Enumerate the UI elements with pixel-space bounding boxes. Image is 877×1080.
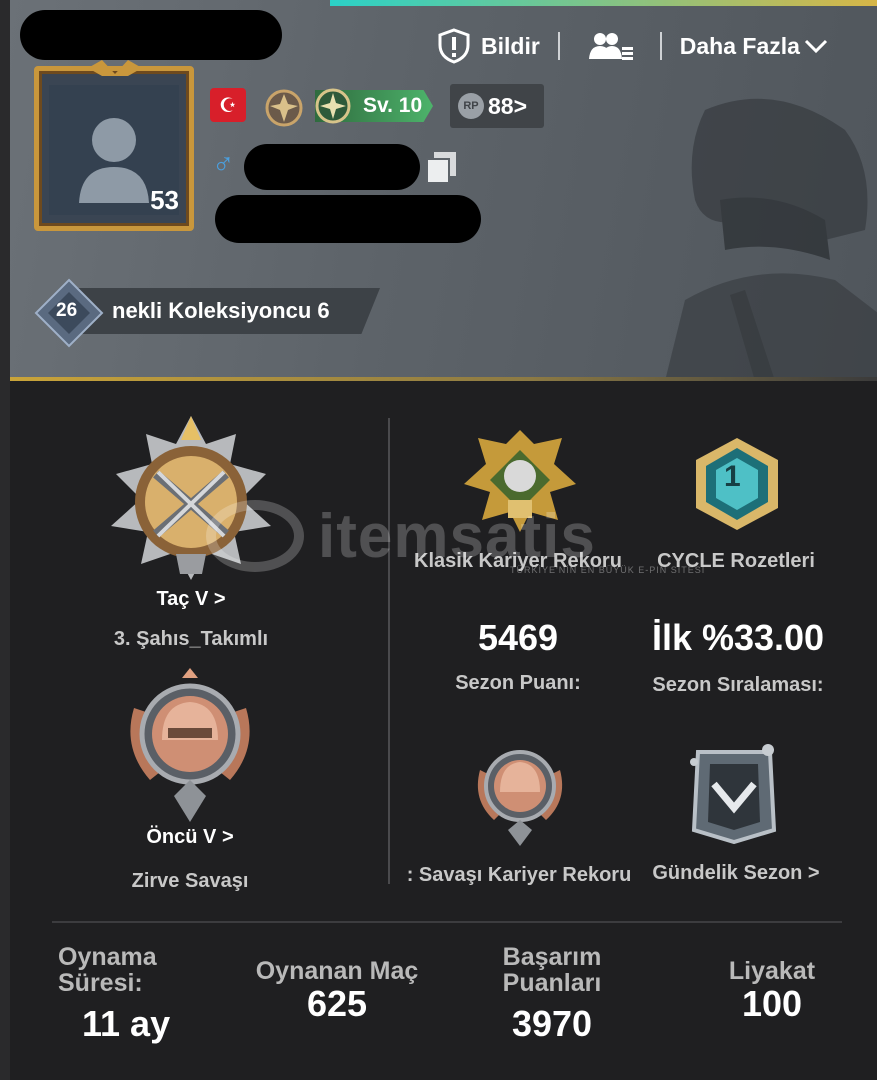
stat-value: 625: [306, 983, 368, 1024]
royale-pass-button[interactable]: RP 88>: [450, 84, 544, 128]
soldier-silhouette-icon: [665, 98, 877, 381]
level-badge-text: Sv. 10: [363, 94, 423, 117]
tier2-name-link[interactable]: Öncü V >: [120, 826, 260, 849]
stat-value: 11 ay: [82, 1003, 171, 1044]
title-text: nekli Koleksiyoncu 6: [112, 298, 330, 323]
summit-career-badge-icon[interactable]: [470, 740, 570, 846]
column-divider: [388, 418, 390, 884]
compass-badge-icon: [315, 88, 351, 124]
avatar-crown-icon: [88, 60, 142, 76]
friends-list-icon: [588, 33, 633, 60]
watermark-subtitle: TÜRKİYE'NİN EN BÜYÜK E-PIN SİTESİ: [510, 565, 706, 575]
stat-label: Liyakat: [728, 957, 816, 985]
separator: [659, 32, 662, 60]
male-gender-icon: ♂: [212, 148, 235, 181]
stat-achievement-points: Başarım Puanları 3970: [482, 944, 622, 1044]
season-points-value: 5469: [477, 617, 559, 658]
season-rank-value: İlk %33.00: [651, 617, 825, 658]
stat-value: 3970: [511, 1003, 593, 1044]
watermark-logo-icon: [206, 500, 304, 572]
vanguard-tier-badge-icon[interactable]: [120, 668, 260, 822]
chevron-down-icon: [804, 39, 827, 54]
cycle-number: 1: [724, 460, 741, 493]
report-label: Bildir: [481, 32, 540, 59]
rp-value: 88>: [488, 92, 528, 119]
left-edge: [0, 0, 10, 1080]
redacted-player-name: [20, 10, 282, 60]
casual-season-link[interactable]: Gündelik Sezon >: [640, 862, 832, 885]
header-divider: [10, 377, 877, 381]
friends-button[interactable]: [588, 31, 634, 61]
redacted-player-id: [244, 144, 420, 190]
turkey-flag-icon: ☪: [210, 88, 246, 122]
rp-icon: RP: [458, 93, 484, 119]
stat-matches-played: Oynanan Maç 625: [244, 958, 430, 1024]
rank-emblem-icon[interactable]: [262, 86, 306, 130]
avatar[interactable]: 53: [34, 66, 194, 231]
stats-divider: [52, 921, 842, 923]
casual-season-badge-icon[interactable]: [688, 742, 780, 844]
copy-icon[interactable]: [424, 150, 460, 184]
season-rank-label: Sezon Sıralaması:: [652, 674, 824, 696]
more-label: Daha Fazla: [679, 32, 800, 59]
stat-label: Başarım: [502, 943, 602, 971]
tier1-name-link[interactable]: Taç V >: [106, 588, 276, 611]
collector-title[interactable]: 26 nekli Koleksiyoncu 6: [34, 278, 380, 348]
tier1-mode: 3. Şahıs_Takımlı: [113, 628, 269, 650]
title-level: 26: [56, 300, 78, 321]
player-level: 53: [150, 185, 179, 215]
separator: [557, 32, 560, 60]
stat-label: Oynama: [58, 943, 157, 971]
summit-career-label: : Savaşı Kariyer Rekoru: [406, 864, 632, 886]
header-actions: Bildir Daha Fazla: [437, 28, 828, 64]
watermark: itemsatis: [206, 500, 596, 572]
stat-merit: Liyakat 100: [712, 958, 832, 1024]
profile-screen: Bildir Daha Fazla 53 ☪ Sv. 10 RP 88> ♂ 2…: [0, 0, 877, 1080]
season-points-label: Sezon Puanı:: [455, 672, 581, 694]
stat-value: 100: [741, 983, 803, 1024]
more-dropdown[interactable]: Daha Fazla: [680, 33, 828, 60]
report-button[interactable]: Bildir: [437, 28, 540, 64]
stat-label: Süresi:: [58, 969, 143, 997]
stat-play-time: Oynama Süresi: 11 ay: [58, 944, 174, 1044]
header-accent-line: [330, 0, 877, 6]
redacted-clan-name: [215, 195, 481, 243]
watermark-text: itemsatis: [318, 501, 596, 571]
tier2-mode: Zirve Savaşı: [131, 870, 249, 892]
stat-label: Oynanan Maç: [255, 957, 419, 985]
stat-label: Puanları: [502, 969, 602, 997]
shield-alert-icon: [438, 28, 470, 64]
